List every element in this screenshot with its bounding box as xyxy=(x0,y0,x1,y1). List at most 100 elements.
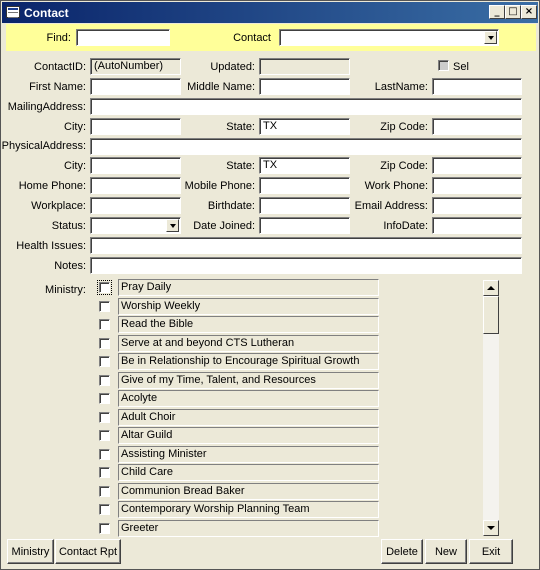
birthdate-label: Birthdate: xyxy=(207,200,255,212)
ministry-name: Altar Guild xyxy=(118,427,379,444)
mailing-city-label: City: xyxy=(64,121,86,133)
status-label: Status: xyxy=(51,220,86,232)
ministry-checkbox[interactable] xyxy=(99,319,110,330)
list-item[interactable]: Read the Bible xyxy=(91,316,381,334)
ministry-checkbox[interactable] xyxy=(99,375,110,386)
physical-address-label: PhysicalAddress: xyxy=(1,140,86,152)
sel-label: Sel xyxy=(453,61,469,73)
physical-state-label: State: xyxy=(226,160,255,172)
status-combo[interactable] xyxy=(90,217,181,234)
maximize-icon: □ xyxy=(508,6,518,17)
date-joined-label: Date Joined: xyxy=(193,220,255,232)
mobile-phone-input[interactable] xyxy=(259,177,350,194)
mailing-zip-label: Zip Code: xyxy=(380,121,428,133)
ministry-name: Child Care xyxy=(118,464,379,481)
mailing-address-label: MailingAddress: xyxy=(7,101,86,113)
list-item[interactable]: Altar Guild xyxy=(91,427,381,445)
ministry-checkbox[interactable] xyxy=(99,301,110,312)
updated-label: Updated: xyxy=(210,61,255,73)
list-item[interactable]: Child Care xyxy=(91,464,381,482)
physical-city-label: City: xyxy=(64,160,86,172)
contact-window: Contact _ □ × Find: Contact ContactID: (… xyxy=(0,0,540,570)
list-item[interactable]: Worship Weekly xyxy=(91,298,381,316)
list-item[interactable]: Pray Daily xyxy=(91,279,381,297)
ministry-checkbox[interactable] xyxy=(99,467,110,478)
find-input[interactable] xyxy=(76,29,170,46)
chevron-down-icon[interactable] xyxy=(484,31,497,44)
notes-input[interactable] xyxy=(90,257,522,274)
ministry-checkbox[interactable] xyxy=(99,338,110,349)
physical-city-input[interactable] xyxy=(90,157,181,174)
list-item[interactable]: Serve at and beyond CTS Lutheran xyxy=(91,335,381,353)
ministry-checkbox[interactable] xyxy=(99,430,110,441)
sel-checkbox[interactable] xyxy=(438,60,449,71)
health-issues-input[interactable] xyxy=(90,237,522,254)
last-name-input[interactable] xyxy=(432,78,522,95)
minimize-icon: _ xyxy=(494,6,500,17)
work-phone-input[interactable] xyxy=(432,177,522,194)
minimize-button[interactable]: _ xyxy=(489,5,505,19)
list-item[interactable]: Adult Choir xyxy=(91,409,381,427)
physical-zip-input[interactable] xyxy=(432,157,522,174)
health-issues-label: Health Issues: xyxy=(16,240,86,252)
first-name-input[interactable] xyxy=(90,78,181,95)
close-icon: × xyxy=(524,6,534,17)
notes-label: Notes: xyxy=(54,260,86,272)
date-joined-input[interactable] xyxy=(259,217,350,234)
mailing-address-input[interactable] xyxy=(90,98,522,115)
ministry-name: Communion Bread Baker xyxy=(118,483,379,500)
info-date-label: InfoDate: xyxy=(383,220,428,232)
title-bar[interactable]: Contact _ □ × xyxy=(2,2,538,23)
info-date-input[interactable] xyxy=(432,217,522,234)
birthdate-input[interactable] xyxy=(259,197,350,214)
ministry-name: Serve at and beyond CTS Lutheran xyxy=(118,335,379,352)
contact-rpt-button[interactable]: Contact Rpt xyxy=(55,539,121,564)
mailing-state-label: State: xyxy=(226,121,255,133)
ministry-checkbox[interactable] xyxy=(99,449,110,460)
ministry-label: Ministry: xyxy=(45,284,86,296)
ministry-checkbox[interactable] xyxy=(99,412,110,423)
close-button[interactable]: × xyxy=(521,5,537,19)
new-button[interactable]: New xyxy=(425,539,467,564)
scrollbar-thumb[interactable] xyxy=(483,296,499,334)
ministry-checkbox[interactable] xyxy=(99,486,110,497)
ministry-name: Acolyte xyxy=(118,390,379,407)
ministry-scrollbar[interactable] xyxy=(483,280,499,536)
mailing-city-input[interactable] xyxy=(90,118,181,135)
workplace-input[interactable] xyxy=(90,197,181,214)
home-phone-input[interactable] xyxy=(90,177,181,194)
middle-name-input[interactable] xyxy=(259,78,350,95)
ministry-checkbox[interactable] xyxy=(97,280,112,295)
mobile-phone-label: Mobile Phone: xyxy=(184,180,255,192)
ministry-name: Contemporary Worship Planning Team xyxy=(118,501,379,518)
scroll-down-icon[interactable] xyxy=(483,520,499,536)
list-item[interactable]: Be in Relationship to Encourage Spiritua… xyxy=(91,353,381,371)
ministry-checkbox[interactable] xyxy=(99,393,110,404)
contact-label: Contact xyxy=(233,32,271,44)
mailing-state-input[interactable]: TX xyxy=(259,118,350,135)
list-item[interactable]: Assisting Minister xyxy=(91,446,381,464)
find-bar: Find: Contact xyxy=(6,24,536,51)
contact-combo[interactable] xyxy=(279,29,499,46)
ministry-checkbox[interactable] xyxy=(99,504,110,515)
first-name-label: First Name: xyxy=(29,81,86,93)
maximize-button[interactable]: □ xyxy=(505,5,521,19)
physical-zip-label: Zip Code: xyxy=(380,160,428,172)
email-input[interactable] xyxy=(432,197,522,214)
exit-button[interactable]: Exit xyxy=(469,539,513,564)
list-item[interactable]: Acolyte xyxy=(91,390,381,408)
list-item[interactable]: Greeter xyxy=(91,520,381,537)
ministry-checkbox[interactable] xyxy=(99,356,110,367)
ministry-button[interactable]: Ministry xyxy=(7,539,54,564)
list-item[interactable]: Give of my Time, Talent, and Resources xyxy=(91,372,381,390)
contact-id-label: ContactID: xyxy=(34,61,86,73)
list-item[interactable]: Communion Bread Baker xyxy=(91,483,381,501)
list-item[interactable]: Contemporary Worship Planning Team xyxy=(91,501,381,519)
scroll-up-icon[interactable] xyxy=(483,280,499,296)
physical-address-input[interactable] xyxy=(90,138,522,155)
delete-button[interactable]: Delete xyxy=(381,539,423,564)
mailing-zip-input[interactable] xyxy=(432,118,522,135)
chevron-down-icon[interactable] xyxy=(166,219,179,232)
physical-state-input[interactable]: TX xyxy=(259,157,350,174)
ministry-checkbox[interactable] xyxy=(99,523,110,534)
